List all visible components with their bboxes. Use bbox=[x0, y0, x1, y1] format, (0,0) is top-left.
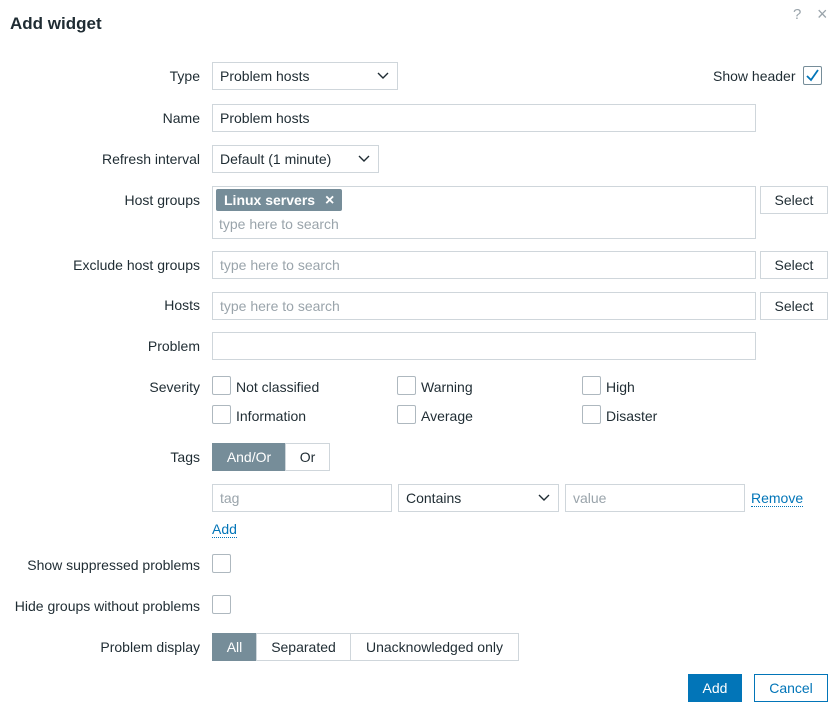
name-input-value: Problem hosts bbox=[220, 110, 310, 126]
severity-option-label: Disaster bbox=[606, 408, 658, 424]
problem-display-unacknowledged-button[interactable]: Unacknowledged only bbox=[350, 633, 519, 661]
type-select[interactable]: Problem hosts bbox=[212, 62, 398, 90]
severity-disaster-checkbox[interactable] bbox=[582, 405, 601, 424]
checkmark-icon bbox=[806, 69, 819, 82]
severity-option-label: Not classified bbox=[236, 379, 320, 395]
hosts-input[interactable]: type here to search bbox=[212, 292, 756, 320]
severity-warning-checkbox[interactable] bbox=[397, 376, 416, 395]
refresh-interval-value: Default (1 minute) bbox=[220, 151, 332, 167]
add-button[interactable]: Add bbox=[688, 674, 742, 702]
problem-display-all-button[interactable]: All bbox=[212, 633, 257, 661]
tag-add-link[interactable]: Add bbox=[212, 521, 237, 538]
tag-remove-link[interactable]: Remove bbox=[751, 490, 804, 507]
tag-name-input[interactable]: tag bbox=[212, 484, 392, 512]
tags-or-button[interactable]: Or bbox=[285, 443, 330, 471]
host-group-chip: Linux servers × bbox=[216, 189, 343, 211]
dialog-title: Add widget bbox=[10, 14, 102, 33]
type-label: Type bbox=[169, 68, 200, 84]
tags-andor-button[interactable]: And/Or bbox=[212, 443, 286, 471]
tag-name-placeholder: tag bbox=[220, 490, 240, 506]
tag-value-placeholder: value bbox=[573, 490, 607, 506]
show-suppressed-checkbox[interactable] bbox=[212, 554, 231, 573]
show-header-label: Show header bbox=[713, 68, 796, 84]
close-icon[interactable]: × bbox=[817, 4, 828, 25]
exclude-host-groups-label: Exclude host groups bbox=[73, 257, 200, 273]
remove-chip-icon[interactable]: × bbox=[325, 192, 334, 209]
exclude-host-groups-input[interactable]: type here to search bbox=[212, 251, 756, 279]
host-groups-select-button[interactable]: Select bbox=[760, 186, 828, 214]
problem-display-label: Problem display bbox=[100, 639, 200, 655]
problem-display-separated-button[interactable]: Separated bbox=[256, 633, 351, 661]
hosts-label: Hosts bbox=[164, 297, 200, 313]
hide-groups-checkbox[interactable] bbox=[212, 595, 231, 614]
tags-label: Tags bbox=[170, 449, 200, 465]
chevron-down-icon bbox=[358, 155, 370, 162]
host-groups-label: Host groups bbox=[124, 192, 200, 208]
host-group-chip-label: Linux servers bbox=[224, 192, 316, 208]
severity-option-label: High bbox=[606, 379, 635, 395]
type-select-value: Problem hosts bbox=[220, 68, 310, 84]
refresh-interval-select[interactable]: Default (1 minute) bbox=[212, 145, 379, 173]
tag-operator-select[interactable]: Contains bbox=[398, 484, 559, 512]
host-groups-search[interactable]: type here to search bbox=[219, 216, 339, 232]
severity-label: Severity bbox=[149, 379, 200, 395]
severity-option-label: Information bbox=[236, 408, 307, 424]
refresh-interval-label: Refresh interval bbox=[101, 151, 200, 167]
severity-high-checkbox[interactable] bbox=[582, 376, 601, 395]
exclude-host-groups-select-button[interactable]: Select bbox=[760, 251, 828, 279]
chevron-down-icon bbox=[538, 494, 550, 501]
show-suppressed-label: Show suppressed problems bbox=[27, 557, 200, 573]
chevron-down-icon bbox=[377, 72, 389, 79]
severity-information-checkbox[interactable] bbox=[212, 405, 231, 424]
cancel-button[interactable]: Cancel bbox=[754, 674, 828, 702]
severity-option-label: Average bbox=[421, 408, 473, 424]
severity-not-classified-checkbox[interactable] bbox=[212, 376, 231, 395]
severity-average-checkbox[interactable] bbox=[397, 405, 416, 424]
problem-label: Problem bbox=[147, 338, 200, 354]
host-groups-multiselect[interactable]: Linux servers × type here to search bbox=[212, 186, 756, 239]
tag-value-input[interactable]: value bbox=[565, 484, 745, 512]
help-icon[interactable]: ? bbox=[793, 6, 801, 23]
hide-groups-label: Hide groups without problems bbox=[14, 598, 200, 614]
problem-input[interactable] bbox=[212, 332, 756, 360]
hosts-select-button[interactable]: Select bbox=[760, 292, 828, 320]
show-header-checkbox[interactable] bbox=[803, 66, 822, 85]
name-input[interactable]: Problem hosts bbox=[212, 104, 756, 132]
name-label: Name bbox=[162, 110, 200, 126]
tag-operator-value: Contains bbox=[406, 490, 462, 506]
severity-option-label: Warning bbox=[421, 379, 473, 395]
